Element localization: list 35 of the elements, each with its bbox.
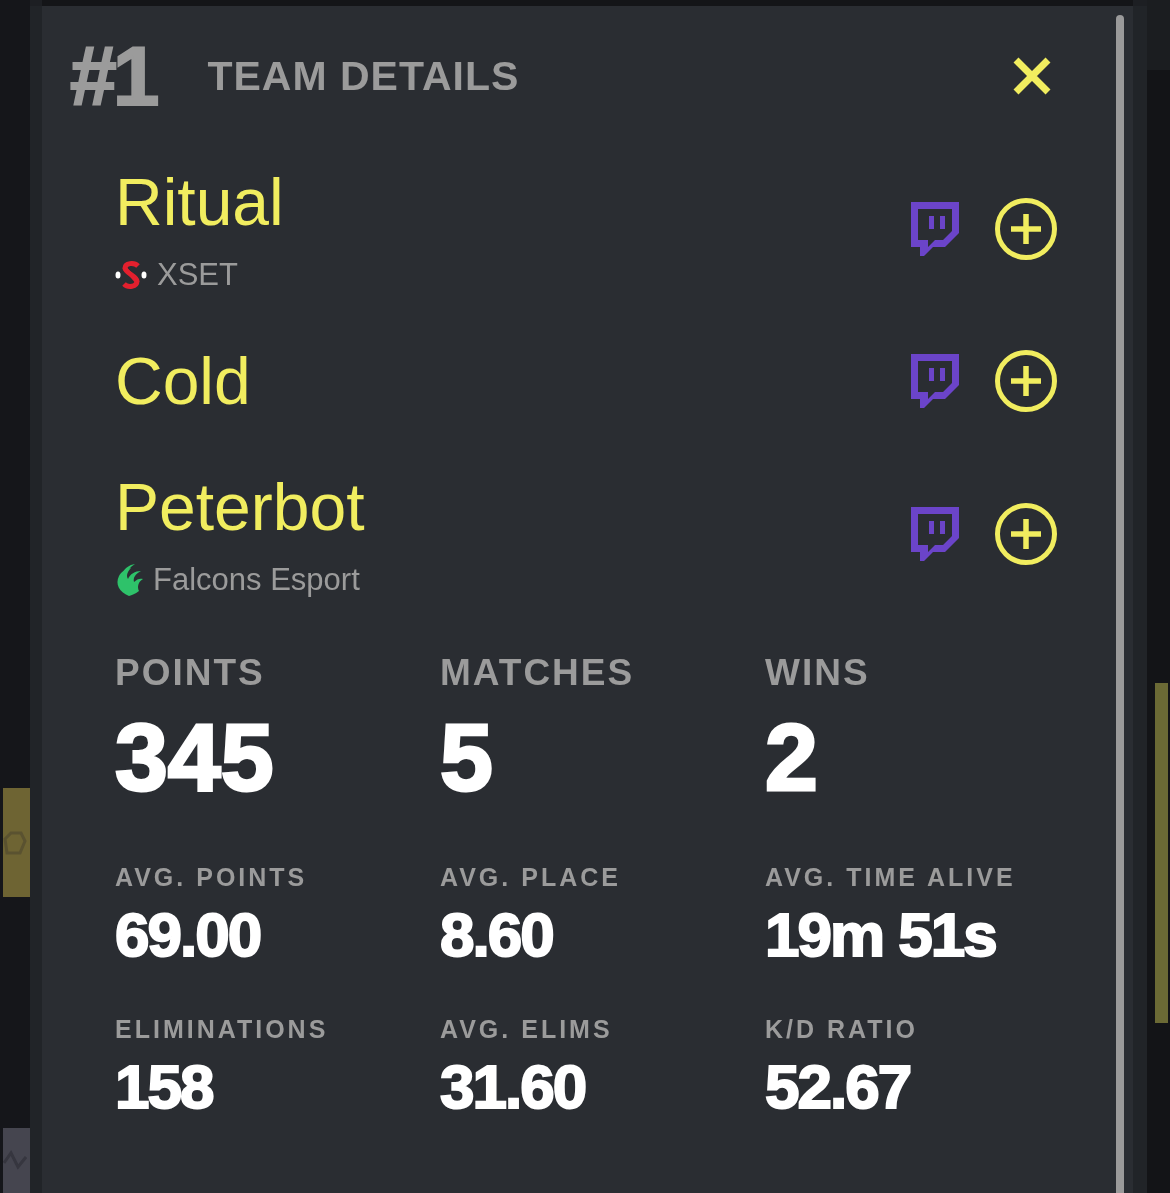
stat-value: 345 (115, 710, 274, 805)
stat-label: ELIMINATIONS (115, 1014, 329, 1044)
close-icon[interactable] (1012, 56, 1052, 96)
sidebar-tile[interactable] (3, 788, 30, 897)
player-name: Ritual (115, 164, 284, 240)
team-logo-icon (115, 260, 147, 289)
stat-label: MATCHES (440, 651, 635, 695)
add-icon[interactable] (995, 350, 1057, 412)
player-name: Cold (115, 343, 251, 419)
stat-value: 5 (440, 710, 493, 805)
stat-label: AVG. TIME ALIVE (765, 862, 1016, 892)
add-icon[interactable] (995, 502, 1057, 565)
team-name: XSET (157, 256, 238, 293)
team-logo-icon (115, 563, 143, 596)
stat-value: 31.60 (440, 1056, 586, 1118)
stat-label: AVG. ELIMS (440, 1014, 613, 1044)
stat-value: 158 (115, 1056, 213, 1118)
hexagon-icon (3, 830, 27, 855)
team-name: Falcons Esport (153, 561, 360, 598)
stat-value: 69.00 (115, 904, 261, 966)
stat-value: 2 (765, 710, 818, 805)
stat-value: 19m 51s (765, 904, 996, 966)
stat-label: K/D RATIO (765, 1014, 918, 1044)
stat-label: AVG. PLACE (440, 862, 621, 892)
stat-value: 8.60 (440, 904, 553, 966)
player-name: Peterbot (115, 469, 365, 545)
stat-label: AVG. POINTS (115, 862, 308, 892)
stat-label: POINTS (115, 651, 265, 695)
rank-number: #1 (70, 34, 156, 118)
sidebar-tile[interactable] (3, 1128, 30, 1193)
panel-title: TEAM DETAILS (207, 52, 520, 100)
add-icon[interactable] (995, 197, 1057, 260)
scrollbar-thumb[interactable] (1116, 15, 1124, 1193)
stat-value: 52.67 (765, 1056, 911, 1118)
stat-label: WINS (765, 651, 870, 695)
